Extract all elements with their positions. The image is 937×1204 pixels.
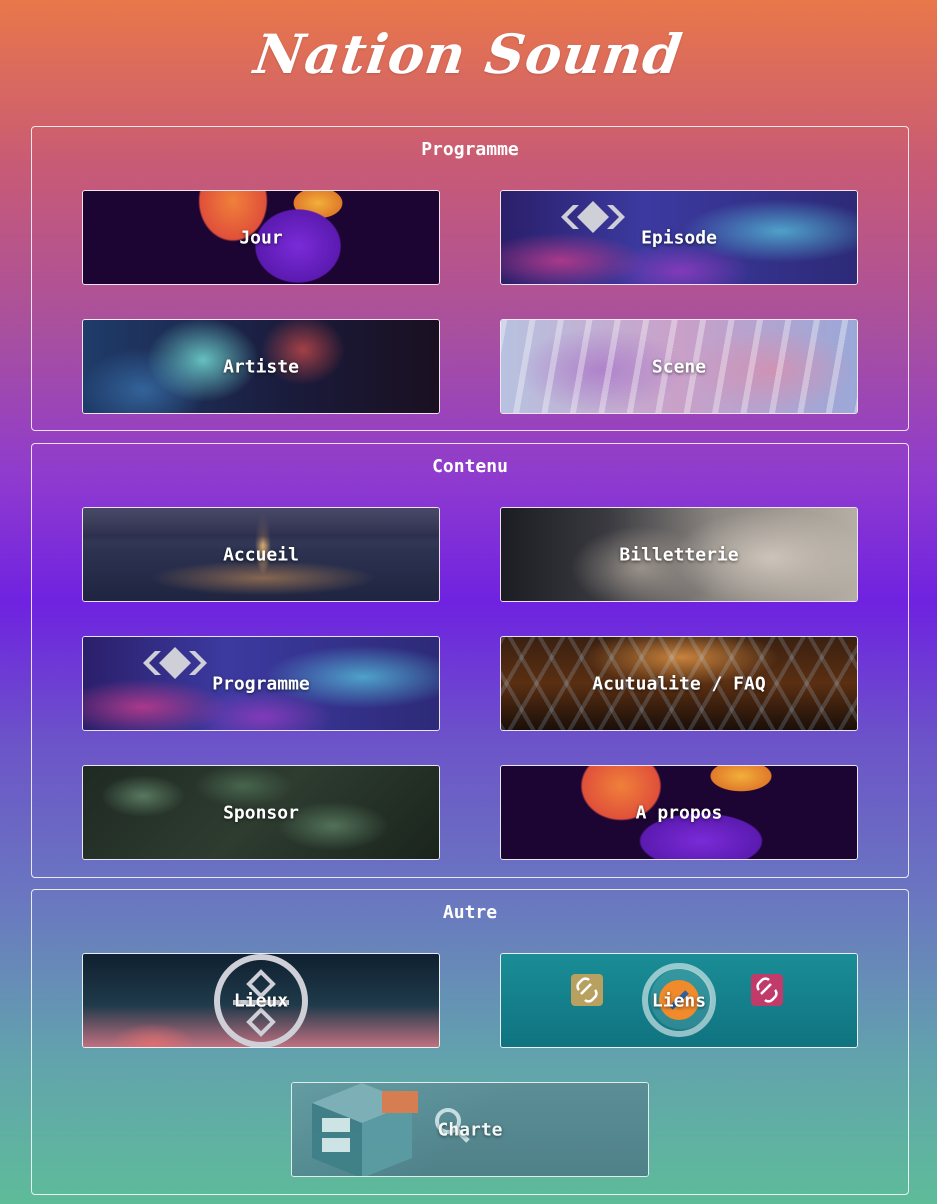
card-liens-label: Liens [651, 990, 707, 1011]
card-accueil-label: Accueil [223, 544, 299, 565]
card-a-propos[interactable]: A propos [500, 765, 858, 860]
card-liens[interactable]: Liens [500, 953, 858, 1048]
section-contenu: Contenu Accueil Billetterie Programme Ac… [31, 443, 909, 878]
card-accueil[interactable]: Accueil [82, 507, 440, 602]
card-episode-label: Episode [641, 227, 717, 248]
card-jour-label: Jour [239, 227, 283, 248]
card-sponsor[interactable]: Sponsor [82, 765, 440, 860]
card-programme[interactable]: Programme [82, 636, 440, 731]
card-charte[interactable]: Charte [291, 1082, 649, 1177]
section-title-programme: Programme [421, 139, 519, 160]
card-sponsor-label: Sponsor [223, 802, 299, 823]
card-actualite-faq-label: Acutualite / FAQ [592, 673, 766, 694]
card-artiste[interactable]: Artiste [82, 319, 440, 414]
card-billetterie-label: Billetterie [619, 544, 739, 565]
card-lieux[interactable]: Lieux [82, 953, 440, 1048]
card-programme-label: Programme [212, 673, 310, 694]
card-billetterie[interactable]: Billetterie [500, 507, 858, 602]
card-scene[interactable]: Scene [500, 319, 858, 414]
site-title: Nation Sound [250, 22, 687, 86]
section-title-autre: Autre [442, 902, 498, 923]
card-episode[interactable]: Episode [500, 190, 858, 285]
card-actualite-faq[interactable]: Acutualite / FAQ [500, 636, 858, 731]
card-artiste-label: Artiste [223, 356, 299, 377]
section-title-contenu: Contenu [432, 456, 508, 477]
card-lieux-label: Lieux [233, 990, 289, 1011]
card-a-propos-label: A propos [635, 802, 723, 823]
card-jour[interactable]: Jour [82, 190, 440, 285]
section-autre: Autre Lieux Liens Charte [31, 889, 909, 1195]
card-scene-label: Scene [651, 356, 707, 377]
section-programme: Programme Jour Episode Artiste Scene [31, 126, 909, 431]
card-charte-label: Charte [437, 1119, 503, 1140]
